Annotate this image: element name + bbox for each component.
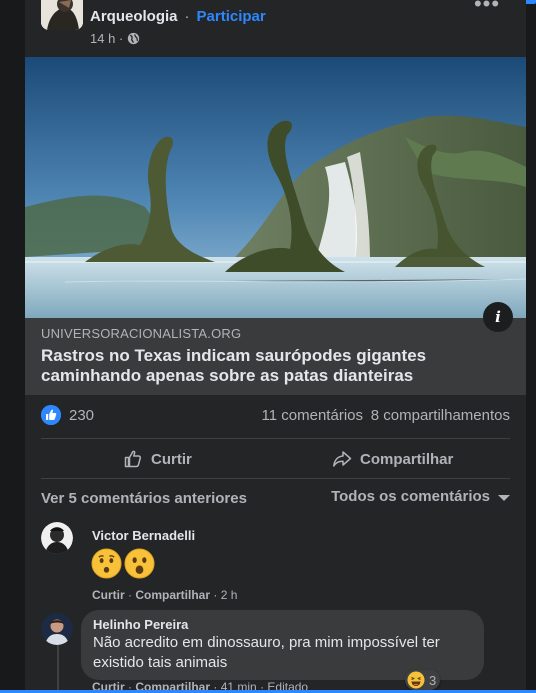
group-line: Arqueologia · Participar	[90, 8, 266, 25]
share-button-label: Compartilhar	[360, 450, 454, 468]
comment: Helinho Pereira Não acredito em dinossau…	[41, 610, 510, 693]
more-icon: •••	[473, 0, 501, 16]
comments-count-link[interactable]: 11 comentários	[262, 407, 363, 424]
group-name-link[interactable]: Arqueologia	[90, 8, 178, 25]
comment: Victor Bernadelli Curtir · Compartilhar …	[41, 522, 510, 612]
comment-author[interactable]: Helinho Pereira	[93, 617, 472, 632]
comments-bar: Ver 5 comentários anteriores Todos os co…	[41, 488, 510, 514]
info-icon: i	[495, 308, 501, 326]
link-domain: UNIVERSORACIONALISTA.ORG	[41, 326, 242, 341]
astonished-face-emoji	[124, 548, 155, 579]
avatar[interactable]	[41, 613, 73, 645]
comment-actions: Curtir · Compartilhar · 2 h	[92, 588, 238, 602]
link-preview-image[interactable]	[25, 57, 526, 318]
avatar[interactable]	[41, 522, 73, 554]
shares-count-link[interactable]: 8 compartilhamentos	[371, 407, 510, 424]
comment-reaction-summary[interactable]: 3	[405, 670, 441, 690]
more-options-button[interactable]: •••	[472, 0, 502, 18]
info-button[interactable]: i	[483, 302, 513, 332]
link-preview[interactable]: i UNIVERSORACIONALISTA.ORG Rastros no Te…	[25, 57, 526, 395]
comment-reply-link[interactable]: Compartilhar	[135, 588, 210, 602]
post-card: Arqueologia · Participar 14 h · ••• i UN…	[25, 0, 526, 693]
view-previous-comments-link[interactable]: Ver 5 comentários anteriores	[41, 490, 247, 507]
comment-reaction-count: 3	[429, 672, 437, 688]
sort-label: Todos os comentários	[331, 488, 490, 505]
reactions-summary: 230 11 comentários 8 compartilhamentos	[41, 403, 510, 429]
post-header: Arqueologia · Participar 14 h · •••	[41, 0, 516, 50]
share-icon	[333, 451, 352, 467]
divider	[41, 438, 510, 439]
group-avatar[interactable]	[41, 0, 83, 30]
thumbs-up-icon	[124, 450, 142, 468]
like-button-label: Curtir	[151, 450, 192, 468]
like-button[interactable]: Curtir	[123, 440, 192, 478]
post-time[interactable]: 14 h ·	[90, 31, 123, 46]
like-reaction-icon[interactable]	[41, 405, 61, 425]
link-title[interactable]: Rastros no Texas indicam saurópodes giga…	[41, 346, 501, 386]
join-group-link[interactable]: Participar	[197, 8, 266, 25]
share-button[interactable]: Compartilhar	[332, 440, 453, 478]
comment-like-link[interactable]: Curtir	[92, 588, 125, 602]
comment-emojis	[91, 548, 155, 579]
hushed-face-emoji	[91, 548, 122, 579]
globe-icon	[128, 32, 140, 45]
laughing-reaction-icon	[407, 671, 425, 689]
comment-text: Não acredito em dinossauro, pra mim impo…	[93, 634, 440, 671]
comment-author[interactable]: Victor Bernadelli	[92, 528, 195, 543]
reaction-count[interactable]: 230	[69, 407, 94, 424]
comment-sort-dropdown[interactable]: Todos os comentários	[331, 488, 510, 505]
separator-dot: ·	[184, 8, 190, 25]
post-actions: Curtir Compartilhar	[41, 440, 510, 478]
comment-time[interactable]: 2 h	[221, 588, 238, 602]
divider	[41, 478, 510, 479]
post-meta: 14 h ·	[90, 31, 140, 46]
caret-down-icon	[498, 494, 510, 501]
